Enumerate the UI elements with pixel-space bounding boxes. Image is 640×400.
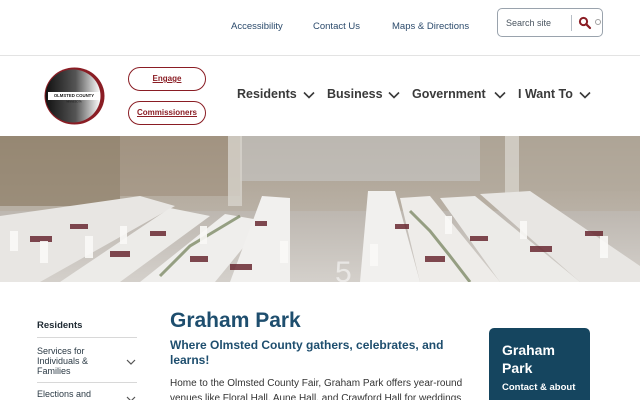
intro-paragraph: Home to the Olmsted County Fair, Graham … [170, 378, 463, 400]
nav-business[interactable]: Business [327, 87, 383, 101]
utility-bar: Accessibility Contact Us Maps & Directio… [0, 0, 640, 56]
search-status-icon [595, 19, 601, 25]
chevron-down-icon[interactable] [303, 89, 315, 101]
logo-text: OLMSTED COUNTY [54, 93, 94, 98]
nav-residents[interactable]: Residents [237, 87, 297, 101]
engage-button[interactable]: Engage [128, 67, 206, 91]
search-box [497, 8, 603, 37]
chevron-down-icon[interactable] [126, 357, 136, 367]
accessibility-link[interactable]: Accessibility [231, 21, 283, 32]
commissioners-button[interactable]: Commissioners [128, 101, 206, 125]
chevron-down-icon[interactable] [579, 89, 591, 101]
divider [37, 382, 137, 383]
contact-us-link[interactable]: Contact Us [313, 21, 360, 32]
olmsted-county-logo[interactable]: OLMSTED COUNTY MINNESOTA [43, 66, 106, 126]
card-subtitle: Contact & about [502, 382, 576, 393]
main-header: OLMSTED COUNTY MINNESOTA Engage Commissi… [0, 56, 640, 136]
sidenav-item-elections[interactable]: Elections and [37, 389, 117, 399]
page-tagline: Where Olmsted County gathers, celebrates… [170, 338, 444, 367]
table-number-sign: 5 [335, 256, 352, 282]
chevron-down-icon[interactable] [126, 394, 136, 400]
sidenav-title[interactable]: Residents [37, 320, 82, 331]
sidenav-item-services[interactable]: Services for Individuals & Families [37, 346, 117, 376]
page-title: Graham Park [170, 309, 301, 332]
search-icon[interactable] [578, 16, 592, 30]
maps-directions-link[interactable]: Maps & Directions [392, 21, 469, 32]
card-title: Graham Park [502, 342, 555, 376]
nav-government[interactable]: Government [412, 87, 486, 101]
divider [37, 337, 137, 338]
nav-i-want-to[interactable]: I Want To [518, 87, 573, 101]
banquet-hall-photo: 5 [0, 136, 640, 282]
logo-subtext: MINNESOTA [66, 100, 81, 104]
search-divider [571, 15, 572, 31]
chevron-down-icon[interactable] [494, 89, 506, 101]
search-input[interactable] [506, 15, 568, 31]
hero-image: 5 [0, 136, 640, 282]
info-card: Graham Park Contact & about [489, 328, 590, 400]
chevron-down-icon[interactable] [388, 89, 400, 101]
